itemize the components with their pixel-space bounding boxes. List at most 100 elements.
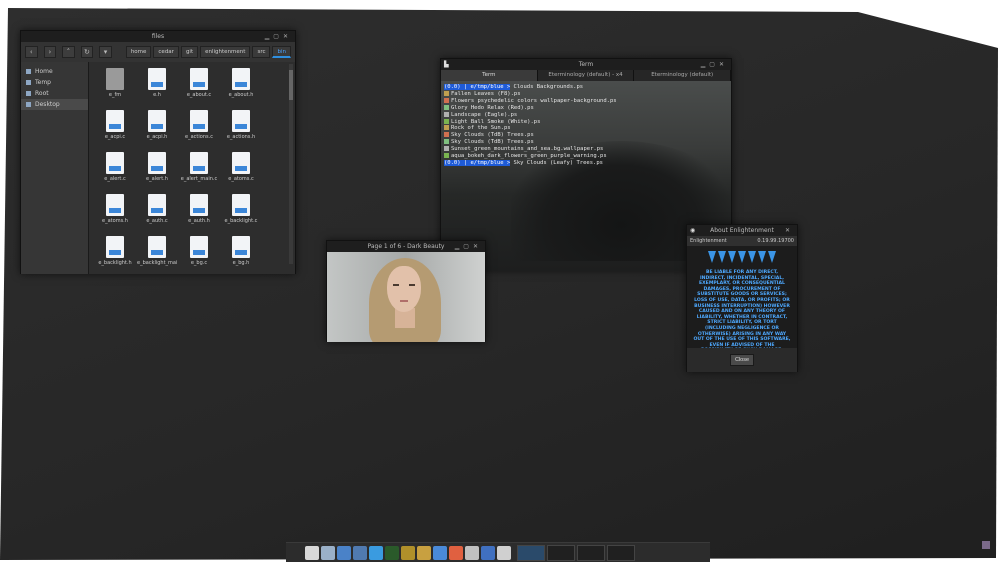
file-icon xyxy=(106,110,124,132)
terminal-icon[interactable] xyxy=(385,545,399,560)
chat-icon[interactable] xyxy=(449,545,463,560)
file-item[interactable]: e_backlight_main.c xyxy=(137,236,177,276)
file-item[interactable]: e_alert_main.c xyxy=(179,152,219,192)
back-arrow-icon[interactable]: ‹ xyxy=(25,46,38,58)
image-viewer-titlebar[interactable]: Page 1 of 6 - Dark Beauty ▁▢✕ xyxy=(327,241,485,252)
about-dialog[interactable]: ◉ About Enlightenment ✕ Enlightenment 0.… xyxy=(686,224,798,372)
sidebar-item-temp[interactable]: Temp xyxy=(21,77,88,88)
sidebar-item-root[interactable]: Root xyxy=(21,88,88,99)
shelf xyxy=(286,542,710,562)
scrollbar[interactable] xyxy=(289,64,293,264)
about-titlebar[interactable]: ◉ About Enlightenment ✕ xyxy=(687,225,797,236)
file-name: e_backlight.c xyxy=(224,218,258,224)
file-item[interactable]: e_actions.c xyxy=(179,110,219,150)
image-viewer-window[interactable]: Page 1 of 6 - Dark Beauty ▁▢✕ xyxy=(326,240,486,342)
close-icon[interactable]: ✕ xyxy=(785,225,794,236)
thumbnail-icon xyxy=(444,111,449,117)
thumbnail-icon xyxy=(444,125,449,131)
file-item[interactable]: e_about.h xyxy=(221,68,261,108)
file-item[interactable]: e_alert.c xyxy=(95,152,135,192)
breadcrumb-item[interactable]: git xyxy=(180,46,199,58)
file-name: e_about.c xyxy=(186,92,212,98)
file-item[interactable]: e_fm xyxy=(95,68,135,108)
up-arrow-icon[interactable] xyxy=(289,545,303,560)
breadcrumb-item-active[interactable]: bin xyxy=(272,46,291,58)
virtual-desktop[interactable] xyxy=(577,544,605,561)
file-icon xyxy=(190,68,208,90)
file-item[interactable]: e_bg.c xyxy=(179,236,219,276)
file-name: e_bg.c xyxy=(190,260,208,266)
breadcrumb-item[interactable]: enlightenment xyxy=(200,46,251,58)
file-name: e_atoms.h xyxy=(102,218,128,224)
sidebar-item-home[interactable]: Home xyxy=(21,66,88,77)
photos-icon[interactable] xyxy=(433,545,447,560)
file-item[interactable]: e_acpi.c xyxy=(95,110,135,150)
enlightenment-icon: ◉ xyxy=(690,227,696,234)
file-item[interactable]: e_atoms.c xyxy=(221,152,261,192)
thumbnail-icon xyxy=(444,97,449,103)
clipboard-icon[interactable] xyxy=(497,545,511,560)
file-icon xyxy=(190,152,208,174)
breadcrumb-item[interactable]: src xyxy=(252,46,271,58)
virtual-desktop[interactable] xyxy=(517,544,545,561)
paint-icon[interactable] xyxy=(417,545,431,560)
about-title: About Enlightenment xyxy=(710,227,774,234)
file-name: e_auth.h xyxy=(188,218,210,224)
virtual-desktop[interactable] xyxy=(547,544,575,561)
forward-arrow-icon[interactable]: › xyxy=(43,46,57,58)
tab-term[interactable]: Term xyxy=(441,70,538,81)
tab-eterminology-4[interactable]: Eterminology (default) - x4 xyxy=(537,70,635,81)
close-button[interactable]: Close xyxy=(729,354,755,366)
folder-icon[interactable] xyxy=(321,545,335,560)
file-item[interactable]: e_backlight.c xyxy=(221,194,261,234)
thumbnail-icon xyxy=(444,104,449,110)
file-icon xyxy=(232,236,250,258)
mail-icon[interactable] xyxy=(465,545,479,560)
breadcrumb-item[interactable]: home xyxy=(125,46,152,58)
file-manager-sidebar: Home Temp Root Desktop xyxy=(21,62,89,274)
file-item[interactable]: e_actions.h xyxy=(221,110,261,150)
file-icon xyxy=(232,194,250,216)
computer-icon[interactable] xyxy=(305,545,319,560)
thumbnail-icon xyxy=(444,139,449,145)
virtual-desktop[interactable] xyxy=(607,544,635,561)
file-item[interactable]: e_auth.h xyxy=(179,194,219,234)
file-item[interactable]: e_alert.h xyxy=(137,152,177,192)
file-icon xyxy=(106,194,124,216)
file-item[interactable]: e_bg.h xyxy=(221,236,261,276)
scrollbar-thumb[interactable] xyxy=(289,70,293,100)
browser-icon[interactable] xyxy=(337,545,351,560)
menu-icon[interactable]: ▾ xyxy=(99,46,112,58)
image-icon[interactable] xyxy=(401,545,415,560)
thumbnail-icon xyxy=(444,118,449,124)
file-name: e_actions.h xyxy=(226,134,256,140)
file-item[interactable]: e_acpi.h xyxy=(137,110,177,150)
folder-icon xyxy=(106,68,124,90)
file-name: e.h xyxy=(153,92,161,98)
terminal-line: Glory Hedo Relax (Red).ps xyxy=(444,104,728,112)
window-controls[interactable]: ▁▢✕ xyxy=(701,59,728,70)
file-manager-titlebar[interactable]: files ▁▢✕ xyxy=(21,31,295,42)
file-name: e_alert_main.c xyxy=(180,176,218,182)
telegram-icon[interactable] xyxy=(369,545,383,560)
file-icon xyxy=(232,152,250,174)
refresh-icon[interactable]: ↻ xyxy=(80,46,94,58)
file-item[interactable]: e_about.c xyxy=(179,68,219,108)
thumbnail-icon xyxy=(444,90,449,96)
file-icon xyxy=(190,194,208,216)
sidebar-item-desktop[interactable]: Desktop xyxy=(21,99,88,110)
tab-eterminology[interactable]: Eterminology (default) xyxy=(634,70,732,81)
file-item[interactable]: e.h xyxy=(137,68,177,108)
window-controls[interactable]: ▁▢✕ xyxy=(455,241,482,252)
file-item[interactable]: e_backlight.h xyxy=(95,236,135,276)
file-manager-window[interactable]: files ▁▢✕ ‹ › ˄ ↻ ▾ home cedar git enlig… xyxy=(20,30,296,274)
settings-icon[interactable] xyxy=(481,545,495,560)
window-controls[interactable]: ▁▢✕ xyxy=(265,31,292,42)
file-item[interactable]: e_atoms.h xyxy=(95,194,135,234)
file-item[interactable]: e_auth.c xyxy=(137,194,177,234)
up-arrow-icon[interactable]: ˄ xyxy=(62,46,75,58)
monitor-icon[interactable] xyxy=(353,545,367,560)
terminal-titlebar[interactable]: ▙ Term ▁▢✕ xyxy=(441,59,731,70)
file-icon xyxy=(106,236,124,258)
breadcrumb-item[interactable]: cedar xyxy=(153,46,179,58)
